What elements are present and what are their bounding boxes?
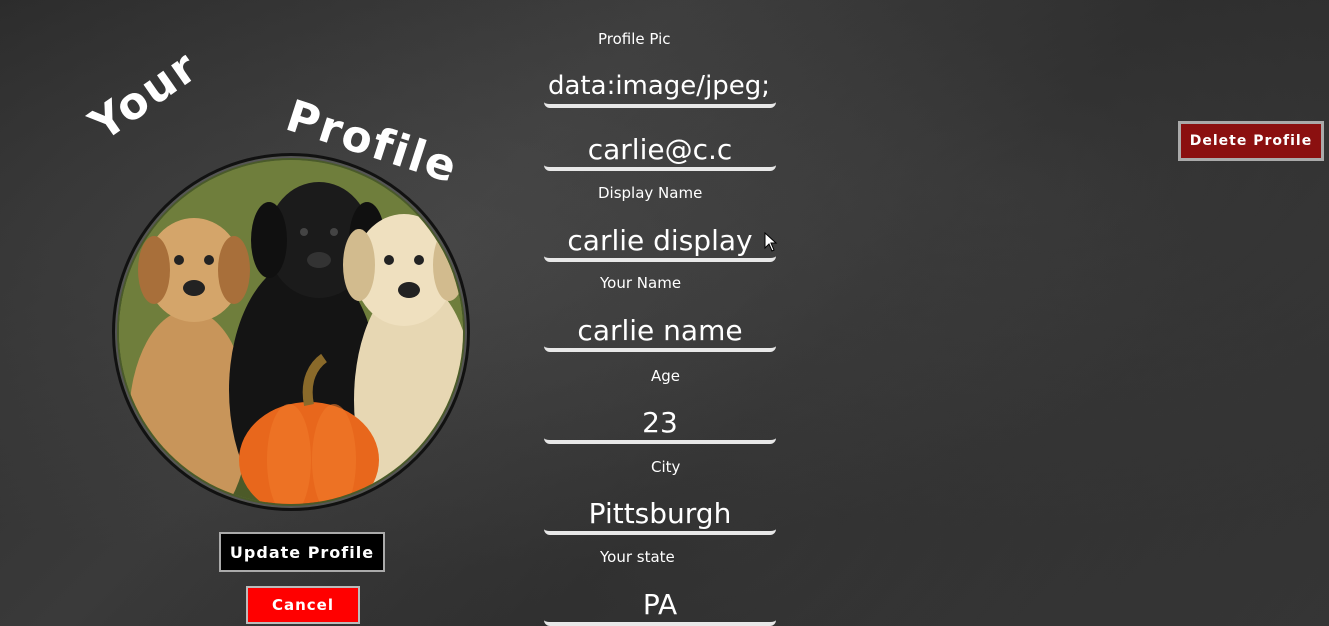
avatar-image <box>119 160 463 504</box>
city-label: City <box>651 458 681 476</box>
city-input[interactable] <box>544 495 776 535</box>
email-input[interactable] <box>544 131 776 171</box>
profile-pic-label: Profile Pic <box>598 30 671 48</box>
profile-pic-input[interactable] <box>544 68 776 108</box>
avatar <box>112 153 470 511</box>
display-name-label: Display Name <box>598 184 703 202</box>
cancel-button[interactable]: Cancel <box>246 586 360 624</box>
display-name-input[interactable] <box>544 222 776 262</box>
mouse-cursor-icon <box>764 232 778 252</box>
state-label: Your state <box>600 548 675 566</box>
delete-profile-button[interactable]: Delete Profile <box>1178 121 1324 161</box>
puppies-image <box>119 160 463 504</box>
your-name-input[interactable] <box>544 312 776 352</box>
title-word-your: Your <box>80 40 208 152</box>
age-input[interactable] <box>544 404 776 444</box>
update-profile-button[interactable]: Update Profile <box>219 532 385 572</box>
your-name-label: Your Name <box>600 274 682 292</box>
age-label: Age <box>651 367 681 385</box>
state-input[interactable] <box>544 586 776 626</box>
